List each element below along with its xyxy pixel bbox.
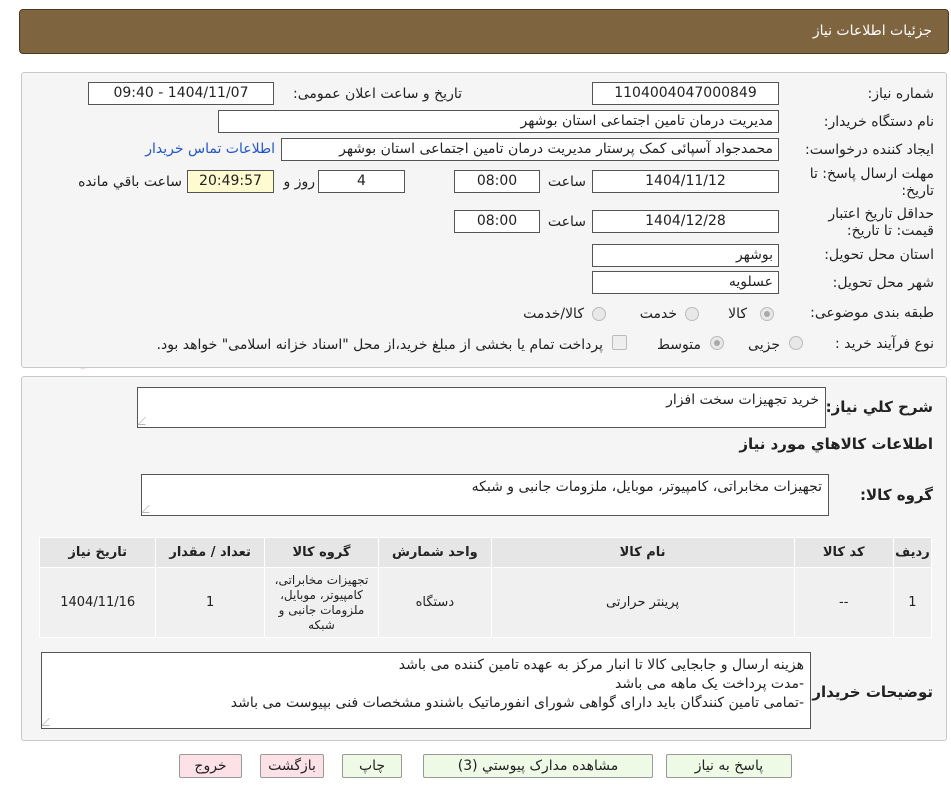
buyer-notes-textarea[interactable]: هزینه ارسال و جابجایی کالا تا انبار مرکز… [41,652,811,729]
summary-label: شرح کلي نياز: [825,398,933,416]
process-radio-minor[interactable] [789,336,803,350]
process-option-medium: متوسط [657,337,701,353]
goods-group-textarea[interactable]: تجهیزات مخابراتی، کامپیوتر، موبایل، ملزو… [141,474,829,516]
city-label: شهر محل تحویل: [832,275,934,291]
buyer-note-line: هزینه ارسال و جابجایی کالا تا انبار مرکز… [398,657,804,673]
payment-note: پرداخت تمام یا بخشی از مبلغ خرید،از محل … [156,337,603,353]
back-button[interactable]: بازگشت [260,754,324,778]
cell-row-number: 1 [892,567,933,638]
goods-group-text: تجهیزات مخابراتی، کامپیوتر، موبایل، ملزو… [471,479,822,495]
category-option-goods-service: کالا/خدمت [523,306,584,322]
validity-time-field: 08:00 [454,210,540,233]
buyer-org-label: نام دستگاه خریدار: [823,114,934,130]
cell-group: تجهیزات مخابراتی، کامپیوتر، موبایل، ملزو… [263,567,380,638]
days-label: روز و [283,174,316,190]
page-title: جزئیات اطلاعات نیاز [812,23,932,39]
validity-time-label: ساعت [547,214,586,230]
buyer-contact-link[interactable]: اطلاعات تماس خریدار [145,141,275,157]
reply-button[interactable]: پاسخ به نياز [666,754,792,778]
resize-grip-icon [41,718,57,726]
table-row: 1 -- پرینتر حرارتی دستگاه تجهیزات مخابرا… [38,567,933,638]
process-option-minor: جزیی [748,337,780,353]
attachments-button[interactable]: مشاهده مدارک پيوستي (3) [423,754,653,778]
col-header-group: گروه کالا [263,537,380,568]
resize-grip-icon [137,417,153,425]
buyer-note-line: -مدت پرداخت یک ماهه می باشد [615,676,804,692]
goods-group-label: گروه کالا: [860,486,933,504]
items-table: رديف کد کالا نام کالا واحد شمارش گروه کا… [38,537,933,638]
col-header-quantity: تعداد / مقدار [155,537,265,568]
col-header-item-code: کد کالا [793,537,894,568]
resize-grip-icon [141,505,157,513]
announce-field: 1404/11/07 - 09:40 [88,82,274,105]
remaining-time-field: 20:49:57 [187,170,274,193]
cell-item-name: پرینتر حرارتی [490,567,795,638]
col-header-row-number: رديف [892,537,933,568]
need-number-field: 1104004047000849 [592,82,779,105]
category-radio-goods[interactable] [760,307,774,321]
deadline-time-label: ساعت [547,174,586,190]
creator-field: محمدجواد آسپائی کمک پرستار مدیریت درمان … [281,138,779,161]
creator-label: ایجاد کننده درخواست: [805,142,934,158]
deadline-label: مهلت ارسال پاسخ: تا تاریخ: [809,166,934,199]
buyer-notes-label: توضیحات خریدار: [806,683,933,701]
province-label: استان محل تحویل: [824,247,934,263]
remaining-label: ساعت باقي مانده [78,174,182,190]
process-label: نوع فرآیند خرید : [835,336,934,352]
page-header: جزئیات اطلاعات نیاز [19,9,949,54]
col-header-unit: واحد شمارش [378,537,492,568]
category-radio-goods-service[interactable] [592,307,606,321]
col-header-need-date: تاریخ نیاز [38,537,157,568]
validity-date-field: 1404/12/28 [592,210,779,233]
province-field: بوشهر [592,244,779,267]
deadline-time-field: 08:00 [454,170,540,193]
validity-label: حداقل تاریخ اعتبار قیمت: تا تاریخ: [828,206,934,239]
category-label: طبقه بندی موضوعی: [810,305,934,321]
table-header-row: رديف کد کالا نام کالا واحد شمارش گروه کا… [38,537,933,568]
buyer-note-line: -تمامی تامین کنندگان باید دارای گواهی شو… [230,695,804,711]
exit-button[interactable]: خروج [179,754,242,778]
cell-unit: دستگاه [378,567,492,638]
city-field: عسلویه [592,271,779,294]
announce-label: تاریخ و ساعت اعلان عمومی: [293,86,462,102]
need-number-label: شماره نیاز: [867,86,935,102]
treasury-checkbox[interactable] [612,335,627,350]
print-button[interactable]: چاپ [342,754,402,778]
summary-text: خرید تجهیزات سخت افزار [666,392,819,408]
days-field: 4 [318,170,405,193]
goods-info-title: اطلاعات کالاهاي مورد نياز [739,435,933,453]
process-radio-medium[interactable] [710,336,724,350]
cell-quantity: 1 [155,567,265,638]
category-option-service: خدمت [639,306,677,322]
category-radio-service[interactable] [685,307,699,321]
buyer-org-field: مدیریت درمان تامین اجتماعی استان بوشهر [218,110,779,133]
deadline-date-field: 1404/11/12 [592,170,779,193]
summary-textarea[interactable]: خرید تجهیزات سخت افزار [137,387,826,428]
col-header-item-name: نام کالا [490,537,795,568]
cell-item-code: -- [793,567,894,638]
cell-need-date: 1404/11/16 [38,567,157,638]
category-option-goods: کالا [728,306,747,322]
